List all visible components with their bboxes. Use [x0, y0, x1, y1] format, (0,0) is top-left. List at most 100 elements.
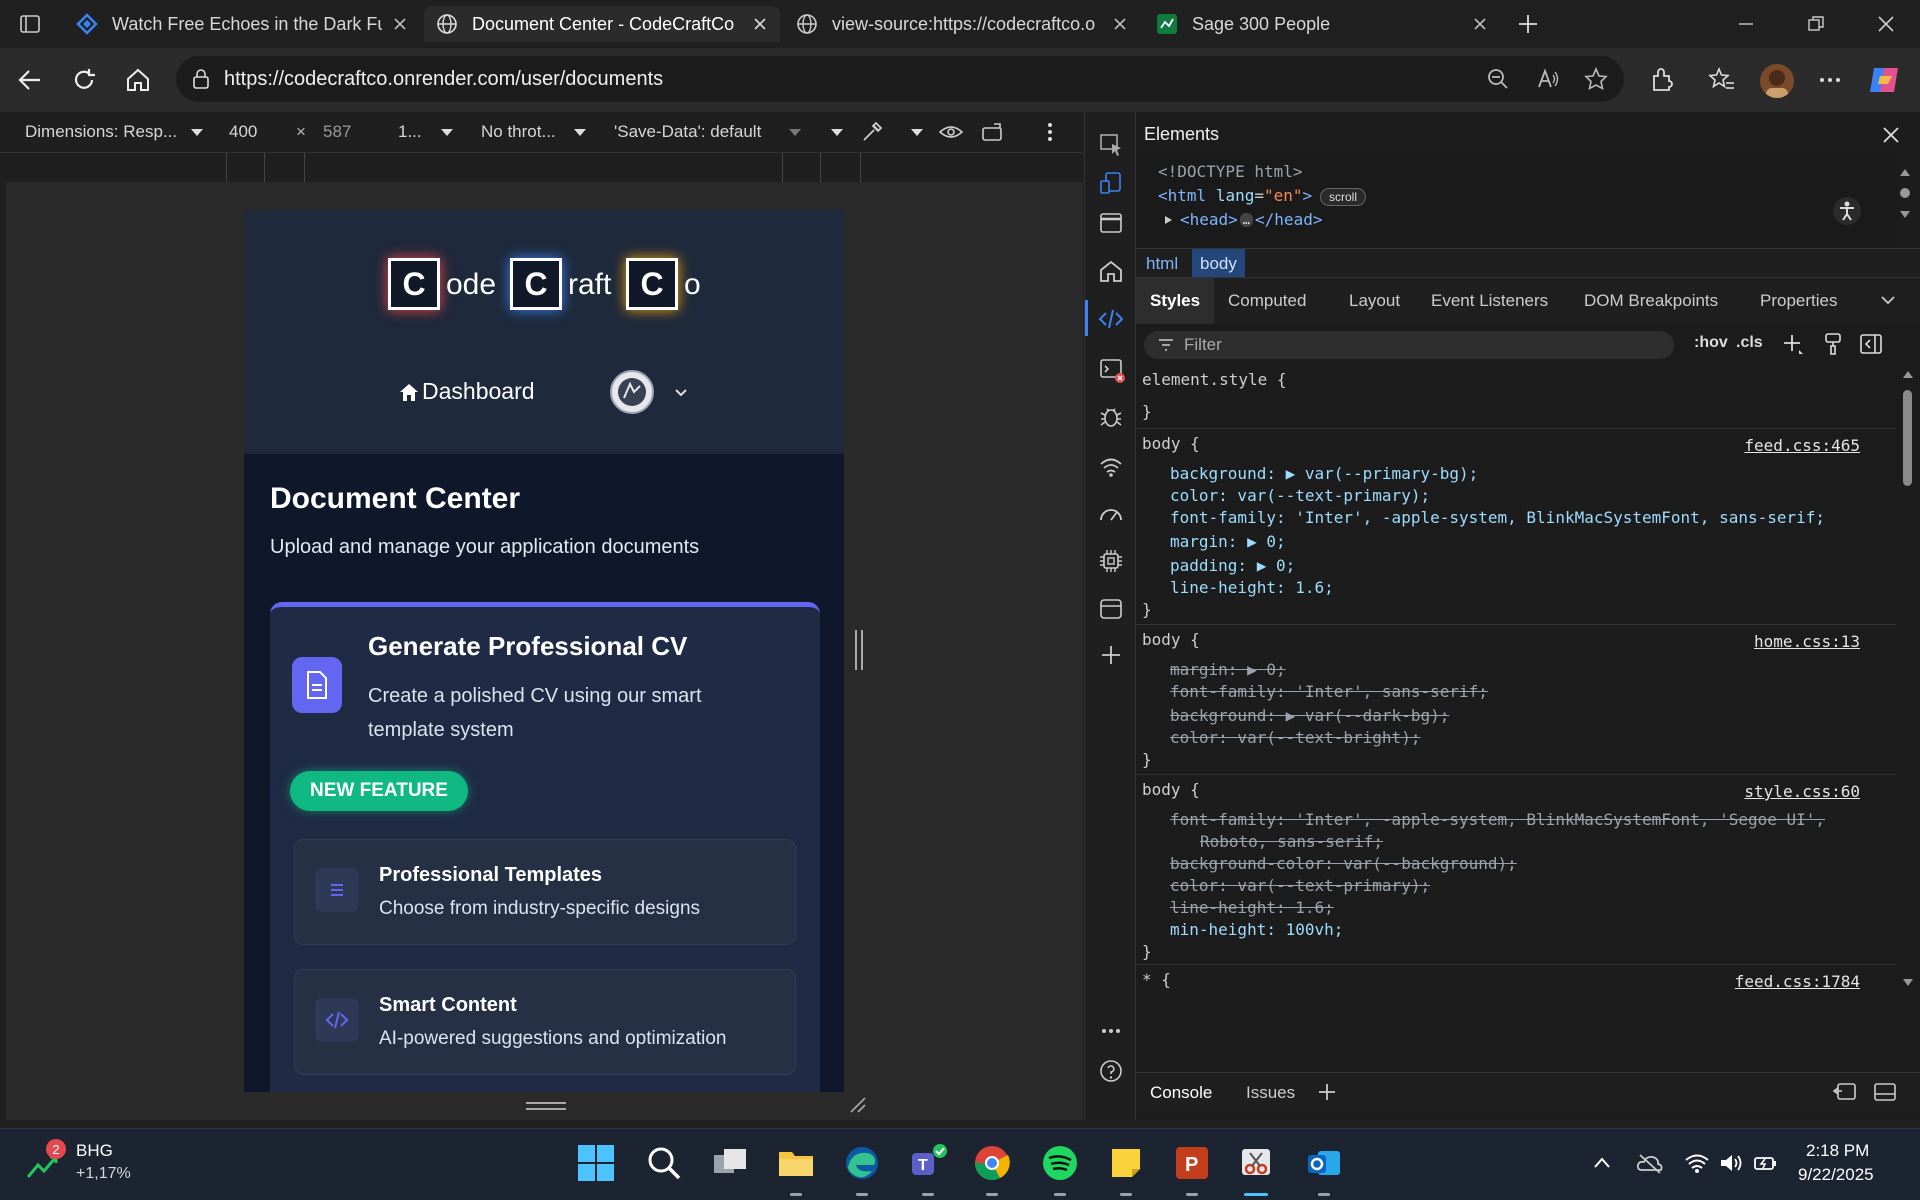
task-view-icon[interactable]: [710, 1143, 750, 1183]
tab-sage-300[interactable]: Sage 300 People: [1144, 6, 1500, 42]
head-ellipsis[interactable]: …: [1239, 212, 1254, 227]
tab-issues[interactable]: Issues: [1246, 1083, 1295, 1103]
chevron-down-icon[interactable]: [674, 388, 688, 398]
tab-event-listeners[interactable]: Event Listeners: [1431, 291, 1548, 311]
zoom-select[interactable]: 1...: [398, 122, 422, 142]
stock-widget[interactable]: 2 BHG +1,17%: [20, 1139, 160, 1191]
tab-watch-free[interactable]: Watch Free Echoes in the Dark Fu: [64, 6, 420, 42]
scroll-down-arrow-icon[interactable]: [1901, 976, 1915, 988]
copilot-icon[interactable]: [1868, 64, 1902, 96]
new-tab-plus-icon[interactable]: [1516, 12, 1540, 36]
chrome-icon[interactable]: [972, 1143, 1012, 1183]
minimize-icon[interactable]: [1736, 14, 1756, 34]
rule-declaration[interactable]: background: ▶ var(--primary-bg);: [1170, 464, 1478, 483]
tab-dom-breakpoints[interactable]: DOM Breakpoints: [1584, 291, 1718, 311]
toggle-drawer-icon[interactable]: [1872, 1081, 1898, 1103]
html-node[interactable]: <html lang = "en" >: [1158, 186, 1312, 205]
cls-toggle[interactable]: .cls: [1736, 334, 1763, 352]
add-rule-plus-icon[interactable]: [1781, 332, 1805, 356]
scroll-down-arrow-icon[interactable]: [1898, 208, 1912, 220]
resize-handle-right[interactable]: [855, 630, 863, 670]
rule-declaration[interactable]: font-family: 'Inter', -apple-system, Bli…: [1170, 508, 1825, 527]
more-tools-icon[interactable]: [1098, 1018, 1124, 1044]
width-input[interactable]: 400: [229, 122, 257, 142]
rule-source-link[interactable]: style.css:60: [1744, 782, 1860, 801]
user-avatar[interactable]: [610, 370, 654, 414]
read-aloud-icon[interactable]: [1536, 67, 1560, 91]
performance-gauge-icon[interactable]: [1098, 502, 1124, 528]
restore-icon[interactable]: [1806, 14, 1826, 34]
close-tab-icon[interactable]: [392, 16, 408, 32]
home-icon[interactable]: [124, 66, 152, 94]
expand-triangle-icon[interactable]: [1162, 214, 1174, 226]
teams-icon[interactable]: T: [908, 1143, 948, 1183]
spotify-icon[interactable]: [1040, 1143, 1080, 1183]
battery-charging-icon[interactable]: [1752, 1151, 1778, 1175]
resize-handle-bottom[interactable]: [526, 1102, 566, 1110]
rule-declaration[interactable]: line-height: 1.6;: [1170, 578, 1334, 597]
help-icon[interactable]: [1098, 1058, 1124, 1084]
address-bar[interactable]: https://codecraftco.onrender.com/user/do…: [176, 56, 1624, 102]
rule-declaration-overridden[interactable]: background: ▶ var(--dark-bg);: [1170, 706, 1449, 725]
onedrive-cloud-icon[interactable]: [1636, 1151, 1664, 1175]
scroll-up-arrow-icon[interactable]: [1901, 368, 1915, 380]
wifi-icon[interactable]: [1684, 1151, 1710, 1175]
close-icon[interactable]: [1880, 124, 1902, 146]
resize-corner-icon[interactable]: [849, 1096, 867, 1114]
rule-declaration-overridden[interactable]: font-family: 'Inter', sans-serif;: [1170, 682, 1488, 701]
lock-icon[interactable]: [190, 68, 212, 90]
add-drawer-tab-plus-icon[interactable]: [1316, 1081, 1338, 1103]
extensions-icon[interactable]: [1648, 66, 1676, 94]
tab-actions-icon[interactable]: [18, 12, 42, 36]
scroll-up-arrow-icon[interactable]: [1898, 166, 1912, 178]
welcome-home-icon[interactable]: [1098, 258, 1124, 284]
more-options-icon[interactable]: [1040, 120, 1060, 144]
application-icon[interactable]: [1098, 596, 1124, 622]
rule-declaration[interactable]: min-height: 100vh;: [1170, 920, 1343, 939]
sidebar-toggle-icon[interactable]: [1858, 332, 1884, 356]
tab-styles[interactable]: Styles: [1136, 278, 1215, 324]
dashboard-link[interactable]: Dashboard: [398, 378, 535, 405]
clock-date[interactable]: 9/22/2025: [1798, 1165, 1874, 1185]
hov-toggle[interactable]: :hov: [1694, 334, 1728, 352]
breadcrumb-html[interactable]: html: [1146, 254, 1178, 274]
windows-start-icon[interactable]: [576, 1143, 616, 1183]
volume-icon[interactable]: [1718, 1151, 1744, 1175]
head-node[interactable]: <head> … </head>: [1162, 210, 1322, 229]
rule-source-link[interactable]: feed.css:465: [1744, 436, 1860, 455]
device-emulation-icon[interactable]: [1098, 170, 1124, 196]
sticky-notes-icon[interactable]: [1106, 1143, 1146, 1183]
paint-brush-icon[interactable]: [1822, 332, 1844, 356]
close-tab-icon[interactable]: [752, 16, 768, 32]
window-icon[interactable]: [1098, 210, 1124, 236]
search-icon[interactable]: [644, 1143, 684, 1183]
rule-declaration[interactable]: color: var(--text-primary);: [1170, 486, 1430, 505]
save-data-select[interactable]: 'Save-Data': default: [614, 122, 761, 142]
close-tab-icon[interactable]: [1112, 16, 1128, 32]
rotate-icon[interactable]: [980, 120, 1006, 144]
clock-time[interactable]: 2:18 PM: [1806, 1141, 1869, 1161]
close-tab-icon[interactable]: [1472, 16, 1488, 32]
favorites-icon[interactable]: [1708, 66, 1736, 94]
rule-declaration-overridden[interactable]: color: var(--text-primary);: [1170, 876, 1430, 895]
media-query-bar[interactable]: [0, 152, 1083, 183]
accessibility-icon[interactable]: [1832, 196, 1862, 226]
filter-input[interactable]: Filter: [1144, 331, 1674, 359]
edge-browser-icon[interactable]: [842, 1143, 882, 1183]
more-menu-icon[interactable]: [1816, 66, 1844, 94]
vision-deficiency-icon[interactable]: [938, 120, 964, 144]
dimensions-select[interactable]: Dimensions: Resp...: [25, 122, 177, 142]
scrollbar-thumb[interactable]: [1903, 390, 1912, 486]
tab-computed[interactable]: Computed: [1228, 291, 1306, 311]
dock-drawer-icon[interactable]: [1832, 1081, 1858, 1103]
tab-layout[interactable]: Layout: [1349, 291, 1400, 311]
rule-declaration-overridden[interactable]: font-family: 'Inter', -apple-system, Bli…: [1170, 810, 1825, 829]
eyedropper-icon[interactable]: [860, 120, 884, 144]
tab-console[interactable]: Console: [1150, 1083, 1212, 1103]
rule-declaration-overridden[interactable]: background-color: var(--background);: [1170, 854, 1517, 873]
tab-document-center[interactable]: Document Center - CodeCraftCo: [424, 6, 780, 42]
refresh-icon[interactable]: [70, 66, 98, 94]
add-tool-plus-icon[interactable]: [1098, 642, 1124, 668]
file-explorer-icon[interactable]: [776, 1143, 816, 1183]
back-arrow-icon[interactable]: [16, 66, 44, 94]
